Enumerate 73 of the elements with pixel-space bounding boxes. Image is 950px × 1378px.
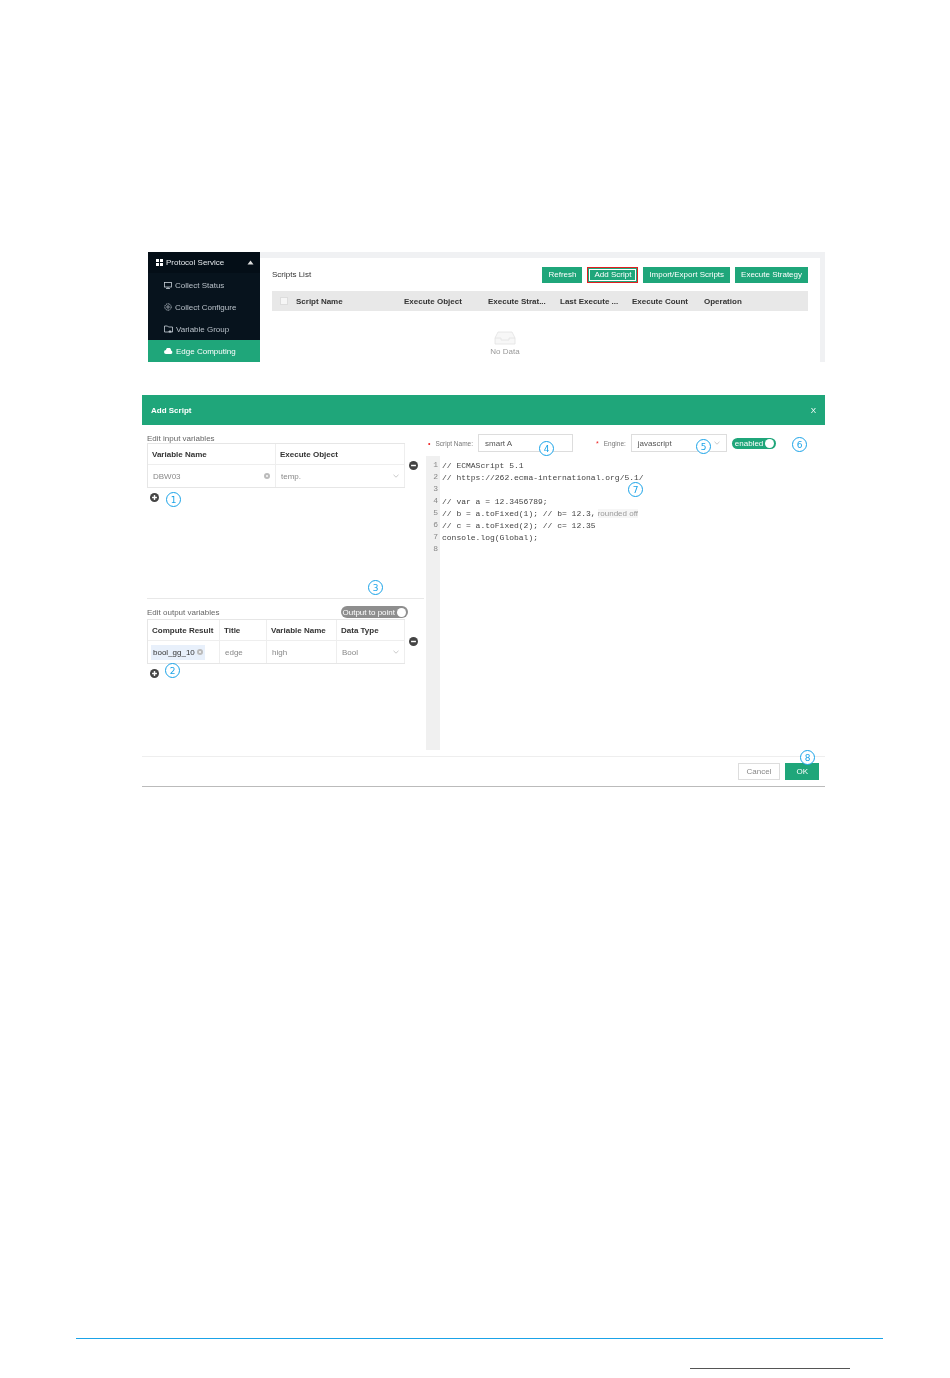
callout-number: 3 <box>368 580 383 595</box>
panel-title: Scripts List <box>272 270 312 279</box>
nav-item[interactable]: Collect Status <box>148 274 260 296</box>
add-row-icon <box>150 493 159 502</box>
gear-icon <box>164 303 172 311</box>
line-number: 6 <box>432 519 439 531</box>
line-number: 5 <box>432 507 439 519</box>
section-label: Edit input variables <box>147 433 215 443</box>
compute-result-tag[interactable]: bool_gg_10 <box>151 644 205 660</box>
close-button[interactable]: X <box>810 405 816 415</box>
clear-icon <box>196 649 203 655</box>
add-row-icon <box>150 669 159 678</box>
toolbar-button[interactable]: Refresh <box>542 266 583 283</box>
column-header: Last Execute ... <box>560 296 620 306</box>
title-field[interactable]: edge <box>220 641 267 663</box>
column-header: Execute Object <box>276 444 405 465</box>
line-number: 7 <box>432 531 439 543</box>
callout-number: 8 <box>800 750 815 765</box>
code-line: // b = a.toFixed(1); // b= 12.3, <box>442 508 596 518</box>
clear-icon <box>264 473 270 479</box>
toolbar-button[interactable]: Add Script <box>587 266 639 283</box>
dialog-title: Add Script <box>151 405 192 415</box>
data-type-select[interactable]: Bool <box>337 641 405 663</box>
monitor-icon <box>164 281 172 289</box>
variable-name-field[interactable]: DBW03 <box>148 465 276 487</box>
remove-row-icon <box>409 461 418 470</box>
column-header: Execute Strat... <box>488 296 547 306</box>
enabled-toggle[interactable]: enabled <box>731 437 777 449</box>
toolbar-button[interactable]: Import/Export Scripts <box>643 266 731 283</box>
line-number: 1 <box>432 459 439 471</box>
line-number: 8 <box>432 543 439 555</box>
callout-number: 4 <box>539 441 554 456</box>
column-header: Variable Name <box>148 444 276 465</box>
line-number: 3 <box>432 483 439 495</box>
line-number: 4 <box>432 495 439 507</box>
remove-row-icon <box>409 637 418 646</box>
code-line: // ECMAScript 5.1 <box>442 460 524 470</box>
chevron-down-icon <box>393 474 399 478</box>
empty-text: No Data <box>490 347 520 356</box>
callout-number: 2 <box>165 663 180 678</box>
cloud-icon <box>164 347 173 355</box>
ok-button[interactable]: OK <box>785 763 819 780</box>
code-line: console.log(Global); <box>442 532 538 542</box>
column-header: Execute Object <box>404 296 463 306</box>
column-header: Script Name <box>296 296 344 306</box>
code-annotation: rounded off <box>597 508 638 518</box>
column-header: Variable Name <box>267 620 337 641</box>
line-number: 2 <box>432 471 439 483</box>
nav-item[interactable]: Edge Computing <box>148 340 260 362</box>
section-label: Edit output variables <box>147 607 220 617</box>
grid-icon <box>156 259 163 266</box>
code-line: // var a = 12.3456789; <box>442 496 548 506</box>
select-all-checkbox[interactable] <box>280 297 288 305</box>
column-header: Operation <box>704 296 743 306</box>
nav-item[interactable]: Collect Configure <box>148 296 260 318</box>
column-header: Compute Result <box>148 620 220 641</box>
cancel-button[interactable]: Cancel <box>737 763 781 780</box>
callout-number: 1 <box>166 492 181 507</box>
chevron-down-icon <box>393 650 399 654</box>
column-header: Data Type <box>337 620 405 641</box>
nav-item[interactable]: Variable Group <box>148 318 260 340</box>
output-to-point-toggle[interactable]: Output to point <box>340 606 408 618</box>
callout-number: 5 <box>696 439 711 454</box>
folder-icon <box>164 325 173 333</box>
variable-name-field[interactable]: high <box>267 641 337 663</box>
toolbar-button[interactable]: Execute Strategy <box>735 266 808 283</box>
execute-object-select[interactable]: temp. <box>276 465 405 487</box>
column-header: Execute Count <box>632 296 689 306</box>
code-line: // https://262.ecma-international.org/5.1/ <box>442 472 644 482</box>
code-line: // c = a.toFixed(2); // c= 12.35 <box>442 520 596 530</box>
callout-number: 6 <box>792 437 807 452</box>
chevron-down-icon <box>713 441 720 445</box>
column-header: Title <box>220 620 267 641</box>
